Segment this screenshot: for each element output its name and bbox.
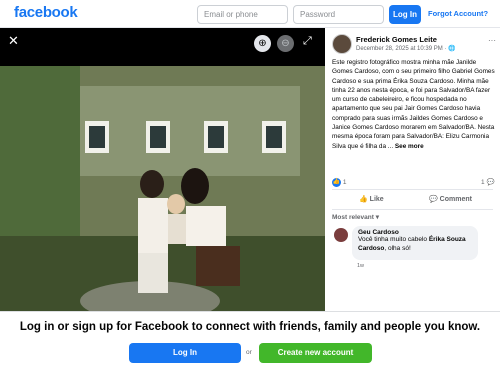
divider <box>332 209 493 210</box>
signup-footer: Log in or sign up for Facebook to connec… <box>0 311 500 375</box>
author-avatar[interactable] <box>332 34 352 54</box>
comment-text: Você tinha muito cabelo Érika Souza Card… <box>358 236 466 252</box>
footer-login-button[interactable]: Log In <box>129 343 241 363</box>
comment-icon: 💬 <box>429 196 438 203</box>
thumbs-up-icon: 👍 <box>359 196 368 203</box>
reaction-summary[interactable]: 👍 1 <box>332 178 346 187</box>
expand-icon[interactable]: ⤢ <box>303 35 312 48</box>
comment-button[interactable]: 💬 Comment <box>429 195 472 203</box>
create-account-button[interactable]: Create new account <box>259 343 372 363</box>
sort-comments-dropdown[interactable]: Most relevant ▾ <box>332 213 379 221</box>
comment-author[interactable]: Geu Cardoso <box>358 229 472 236</box>
post-sidebar: Frederick Gomes Leite December 28, 2025 … <box>325 28 500 311</box>
facebook-logo[interactable]: facebook <box>14 4 78 21</box>
like-reaction-icon: 👍 <box>332 178 341 187</box>
post-author[interactable]: Frederick Gomes Leite <box>356 35 437 44</box>
post-date[interactable]: December 28, 2025 at 10:39 PM · 🌐 <box>356 45 456 52</box>
top-bar: facebook Email or phone Password Log In … <box>0 0 500 28</box>
signup-heading: Log in or sign up for Facebook to connec… <box>19 321 481 333</box>
or-label: or <box>246 349 252 356</box>
post-text: Este registro fotográfico mostra minha m… <box>332 59 495 150</box>
header-login-button[interactable]: Log In <box>389 5 421 24</box>
divider <box>332 189 493 190</box>
comment-time[interactable]: 1w <box>357 263 364 269</box>
email-field[interactable]: Email or phone <box>197 5 288 24</box>
forgot-account-link[interactable]: Forgot Account? <box>428 9 488 18</box>
post-photo[interactable] <box>0 66 325 311</box>
zoom-in-icon[interactable]: ⊕ <box>254 35 271 52</box>
password-field[interactable]: Password <box>293 5 384 24</box>
zoom-out-icon[interactable]: ⊖ <box>277 35 294 52</box>
close-icon[interactable]: ✕ <box>8 34 19 47</box>
photo-viewer: ✕ ⊕ ⊖ ⤢ <box>0 28 325 311</box>
see-more-link[interactable]: See more <box>395 143 424 150</box>
comment-count[interactable]: 1 💬 <box>481 178 495 186</box>
comment-bubble: Geu Cardoso Você tinha muito cabelo Érik… <box>352 226 478 260</box>
like-button[interactable]: 👍 Like <box>359 195 384 203</box>
comment-bubble-icon: 💬 <box>486 179 495 186</box>
caret-down-icon: ▾ <box>375 214 379 221</box>
commenter-avatar[interactable] <box>334 228 348 242</box>
globe-icon: 🌐 <box>448 46 456 52</box>
more-options-icon[interactable]: ··· <box>488 36 496 45</box>
